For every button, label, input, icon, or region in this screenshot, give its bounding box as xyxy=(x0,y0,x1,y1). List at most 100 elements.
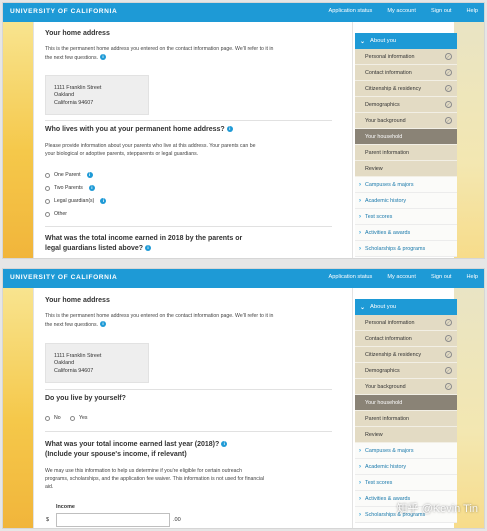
sidebar-item-label: Your household xyxy=(365,133,403,140)
sidebar-item-contact-information[interactable]: Contact information ✓ xyxy=(355,331,457,347)
sidebar-item-label: Contact information xyxy=(365,335,412,342)
radio-legal-guardians[interactable]: Legal guardian(s) i xyxy=(45,198,107,204)
radio-circle[interactable] xyxy=(45,172,50,178)
lives-with-text: Who lives with you at your permanent hom… xyxy=(45,126,225,133)
sidebar-link-label: Test scores xyxy=(365,479,393,486)
sidebar-item-label: Contact information xyxy=(365,69,412,76)
sidebar-item-demographics[interactable]: Demographics ✓ xyxy=(355,97,457,113)
sidebar-item-your-household[interactable]: Your household xyxy=(355,395,457,411)
background-right xyxy=(454,22,484,258)
sidebar-item-review[interactable]: Review xyxy=(355,427,457,443)
nav-help[interactable]: Help xyxy=(466,8,478,14)
address-street: 1111 Franklin Street xyxy=(54,353,102,359)
nav-application-status[interactable]: Application status xyxy=(329,274,373,280)
chevron-right-icon: › xyxy=(359,197,361,204)
sidebar-section-label: About you xyxy=(370,38,397,44)
info-icon[interactable]: i xyxy=(100,320,107,327)
sidebar-item-your-household[interactable]: Your household xyxy=(355,129,457,145)
sidebar-link-label: Scholarships & programs xyxy=(365,245,426,252)
lives-with-description: Please provide information about your pa… xyxy=(45,143,256,157)
info-icon[interactable]: i xyxy=(100,198,107,204)
sidebar-link-test-scores[interactable]: › Test scores xyxy=(355,475,457,491)
top-nav: Application status My account Sign out H… xyxy=(329,8,479,14)
chevron-right-icon: › xyxy=(359,245,361,252)
sidebar-item-citizenship[interactable]: Citizenship & residency ✓ xyxy=(355,81,457,97)
info-icon[interactable]: i xyxy=(86,172,93,178)
sidebar-item-label: Parent information xyxy=(365,415,410,422)
screenshot-panel-2: UNIVERSITY OF CALIFORNIA Application sta… xyxy=(2,268,485,529)
sidebar-item-label: Your background xyxy=(365,117,406,124)
check-circle-icon: ✓ xyxy=(445,367,452,374)
watermark: 知乎 @Kevin Tin xyxy=(396,503,478,515)
radio-yes[interactable]: Yes xyxy=(70,415,87,421)
info-icon[interactable]: i xyxy=(88,185,95,191)
sidebar-link-academic-history[interactable]: › Academic history xyxy=(355,459,457,475)
main-form: Your home address This is the permanent … xyxy=(33,288,353,528)
radio-two-parents[interactable]: Two Parents i xyxy=(45,185,95,191)
progress-sidebar: ⌄ About you Personal information ✓ Contact… xyxy=(355,299,457,523)
address-city: Oakland xyxy=(54,360,75,367)
radio-circle[interactable] xyxy=(70,415,75,421)
sidebar-item-review[interactable]: Review xyxy=(355,161,457,177)
radio-no[interactable]: No xyxy=(45,415,61,421)
radio-circle[interactable] xyxy=(45,211,50,217)
nav-help[interactable]: Help xyxy=(466,274,478,280)
currency-symbol: $ xyxy=(46,517,50,523)
radio-label: Legal guardian(s) xyxy=(54,198,95,204)
address-state-zip: California 94607 xyxy=(54,99,94,106)
sidebar-item-parent-information[interactable]: Parent information xyxy=(355,145,457,161)
your-income-text: What was your total income earned last y… xyxy=(45,441,220,448)
address-box: 1111 Franklin Street Oakland California … xyxy=(45,75,149,115)
sidebar-section-about-you[interactable]: ⌄ About you xyxy=(355,33,457,49)
radio-circle[interactable] xyxy=(45,198,50,204)
sidebar-section-about-you[interactable]: ⌄ About you xyxy=(355,299,457,315)
sidebar-item-citizenship[interactable]: Citizenship & residency ✓ xyxy=(355,347,457,363)
income-input[interactable] xyxy=(56,513,170,527)
info-icon[interactable]: i xyxy=(226,126,233,132)
sidebar-item-contact-information[interactable]: Contact information ✓ xyxy=(355,65,457,81)
chevron-right-icon: › xyxy=(359,447,361,454)
radio-other[interactable]: Other xyxy=(45,211,67,217)
sidebar-item-personal-information[interactable]: Personal information ✓ xyxy=(355,315,457,331)
sidebar-link-scholarships[interactable]: › Scholarships & programs xyxy=(355,241,457,257)
sidebar-link-campuses[interactable]: › Campuses & majors xyxy=(355,443,457,459)
info-icon[interactable]: i xyxy=(221,441,228,447)
sidebar-link-label: Academic history xyxy=(365,197,407,204)
top-bar: UNIVERSITY OF CALIFORNIA Application sta… xyxy=(3,3,484,22)
screenshot-panel-1: UNIVERSITY OF CALIFORNIA Application sta… xyxy=(2,2,485,259)
radio-circle[interactable] xyxy=(45,185,50,191)
parent-income-text: What was the total income earned in 2018… xyxy=(45,235,243,252)
background-left xyxy=(3,22,33,258)
check-circle-icon: ✓ xyxy=(445,319,452,326)
chevron-down-icon: ⌄ xyxy=(360,38,366,45)
radio-one-parent[interactable]: One Parent i xyxy=(45,172,93,178)
nav-sign-out[interactable]: Sign out xyxy=(431,274,452,280)
sidebar-link-activities[interactable]: › Activities & awards xyxy=(355,225,457,241)
sidebar-item-your-background[interactable]: Your background ✓ xyxy=(355,113,457,129)
sidebar-item-label: Review xyxy=(365,165,383,172)
sidebar-item-parent-information[interactable]: Parent information xyxy=(355,411,457,427)
sidebar-item-your-background[interactable]: Your background ✓ xyxy=(355,379,457,395)
nav-application-status[interactable]: Application status xyxy=(329,8,373,14)
income-label: Income xyxy=(56,504,75,510)
brand-logo[interactable]: UNIVERSITY OF CALIFORNIA xyxy=(10,274,117,281)
address-city: Oakland xyxy=(54,92,75,99)
nav-my-account[interactable]: My account xyxy=(387,274,416,280)
radio-circle[interactable] xyxy=(45,415,50,421)
info-icon[interactable]: i xyxy=(145,245,152,251)
cents-suffix: .00 xyxy=(173,517,181,523)
sidebar-item-personal-information[interactable]: Personal information ✓ xyxy=(355,49,457,65)
check-circle-icon: ✓ xyxy=(445,53,452,60)
nav-my-account[interactable]: My account xyxy=(387,8,416,14)
sidebar-item-demographics[interactable]: Demographics ✓ xyxy=(355,363,457,379)
sidebar-link-campuses[interactable]: › Campuses & majors xyxy=(355,177,457,193)
live-by-yourself-heading: Do you live by yourself? xyxy=(45,395,126,402)
brand-logo[interactable]: UNIVERSITY OF CALIFORNIA xyxy=(10,8,117,15)
sidebar-link-test-scores[interactable]: › Test scores xyxy=(355,209,457,225)
nav-sign-out[interactable]: Sign out xyxy=(431,8,452,14)
chevron-right-icon: › xyxy=(359,229,361,236)
sidebar-item-label: Citizenship & residency xyxy=(365,351,422,358)
info-icon[interactable]: i xyxy=(100,53,107,60)
sidebar-link-academic-history[interactable]: › Academic history xyxy=(355,193,457,209)
divider xyxy=(45,431,332,432)
